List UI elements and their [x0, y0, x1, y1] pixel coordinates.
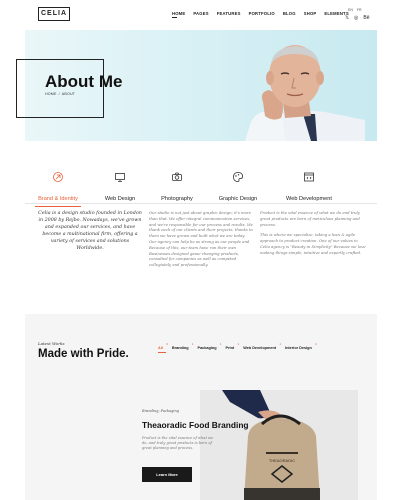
filter-count: 1	[219, 342, 222, 346]
section-title: Made with Pride.	[38, 348, 129, 360]
hero-portrait	[245, 45, 365, 141]
brand-icon	[53, 172, 63, 182]
site-logo[interactable]: CELIA	[38, 7, 70, 21]
filter-count: 1	[279, 342, 282, 346]
nav-shop[interactable]: SHOP	[304, 11, 317, 16]
tab-web-development[interactable]: Web Development	[281, 170, 337, 202]
services-tabs: Brand & Identity Web Design Photography …	[25, 170, 377, 207]
code-window-icon	[304, 172, 314, 182]
palette-icon	[233, 172, 243, 182]
tab-brand-identity[interactable]: Brand & Identity	[33, 170, 83, 207]
social-links: 𝕏 ◎ Bē	[345, 15, 370, 21]
about-studio-text: Our studio is not just about graphic des…	[149, 210, 253, 268]
portfolio-filters: All 6 Branding 1 Packaging 1 Print 1 Web Dev…	[158, 342, 321, 353]
project-description: Product is the vital essence of what we …	[142, 436, 214, 451]
breadcrumb-separator: /	[58, 92, 60, 96]
filter-interior-design[interactable]: Interior Design 2	[285, 342, 317, 350]
filter-label: Branding	[171, 346, 189, 350]
filter-label: Interior Design	[285, 346, 312, 350]
behance-icon[interactable]: Bē	[363, 15, 369, 21]
breadcrumb: HOME / ABOUT	[45, 92, 75, 96]
tab-label: Graphic Design	[218, 196, 258, 202]
instagram-icon[interactable]: ◎	[354, 15, 358, 21]
breadcrumb-home[interactable]: HOME	[45, 92, 57, 96]
nav-portfolio[interactable]: PORTFOLIO	[249, 11, 275, 16]
tab-graphic-design[interactable]: Graphic Design	[215, 170, 261, 202]
filter-all[interactable]: All 6	[158, 342, 168, 353]
nav-features[interactable]: FEATURES	[217, 11, 241, 16]
filter-count: 2	[315, 342, 317, 346]
tab-label: Web Design	[104, 196, 136, 202]
filter-web-development[interactable]: Web Development 1	[243, 342, 281, 350]
tab-photography[interactable]: Photography	[155, 170, 199, 202]
filter-count: 1	[237, 342, 240, 346]
filter-packaging[interactable]: Packaging 1	[197, 342, 222, 350]
lang-en[interactable]: EN	[348, 8, 353, 12]
monitor-icon	[115, 173, 125, 182]
camera-icon	[172, 172, 182, 181]
values-paragraph-1: Product is the vital essence of what we …	[260, 210, 360, 227]
tab-label: Brand & Identity	[38, 196, 78, 202]
nav-home[interactable]: HOME	[172, 11, 185, 18]
language-switcher: EN FR	[348, 8, 362, 12]
lang-fr[interactable]: FR	[357, 8, 362, 12]
filter-label: Web Development	[243, 346, 277, 350]
filter-count: 1	[191, 342, 194, 346]
filter-label: All	[158, 346, 163, 350]
site-header: CELIA HOME PAGES FEATURES PORTFOLIO BLOG…	[0, 0, 400, 30]
main-nav: HOME PAGES FEATURES PORTFOLIO BLOG SHOP …	[172, 11, 357, 18]
filter-branding[interactable]: Branding 1	[171, 342, 194, 350]
filter-label: Print	[225, 346, 235, 350]
tab-web-design[interactable]: Web Design	[98, 170, 142, 202]
about-intro: Celia is a design studio founded in Lond…	[38, 211, 142, 251]
project-title[interactable]: Theaoradic Food Branding	[142, 420, 249, 430]
bag-label: THEAORADIC	[269, 458, 295, 463]
learn-more-button[interactable]: Learn More	[142, 467, 192, 482]
section-kicker: Latest Works	[38, 341, 65, 346]
tab-label: Web Development	[286, 196, 332, 202]
page-title: About Me	[45, 72, 123, 91]
breadcrumb-current: ABOUT	[61, 92, 76, 96]
filter-label: Packaging	[197, 346, 217, 350]
twitter-icon[interactable]: 𝕏	[345, 15, 349, 21]
values-paragraph-2: This is where we specialize, taking a le…	[260, 232, 366, 255]
tab-label: Photography	[161, 196, 193, 202]
project-image[interactable]: THEAORADIC	[200, 390, 358, 500]
filter-print[interactable]: Print 1	[225, 342, 240, 350]
services-divider	[25, 203, 377, 204]
nav-pages[interactable]: PAGES	[193, 11, 208, 16]
active-tab-indicator	[35, 206, 81, 207]
about-values-text: Product is the vital essence of what we …	[260, 210, 368, 256]
nav-blog[interactable]: BLOG	[283, 11, 296, 16]
filter-count: 6	[166, 342, 168, 346]
project-category: Branding, Packaging	[142, 409, 179, 413]
